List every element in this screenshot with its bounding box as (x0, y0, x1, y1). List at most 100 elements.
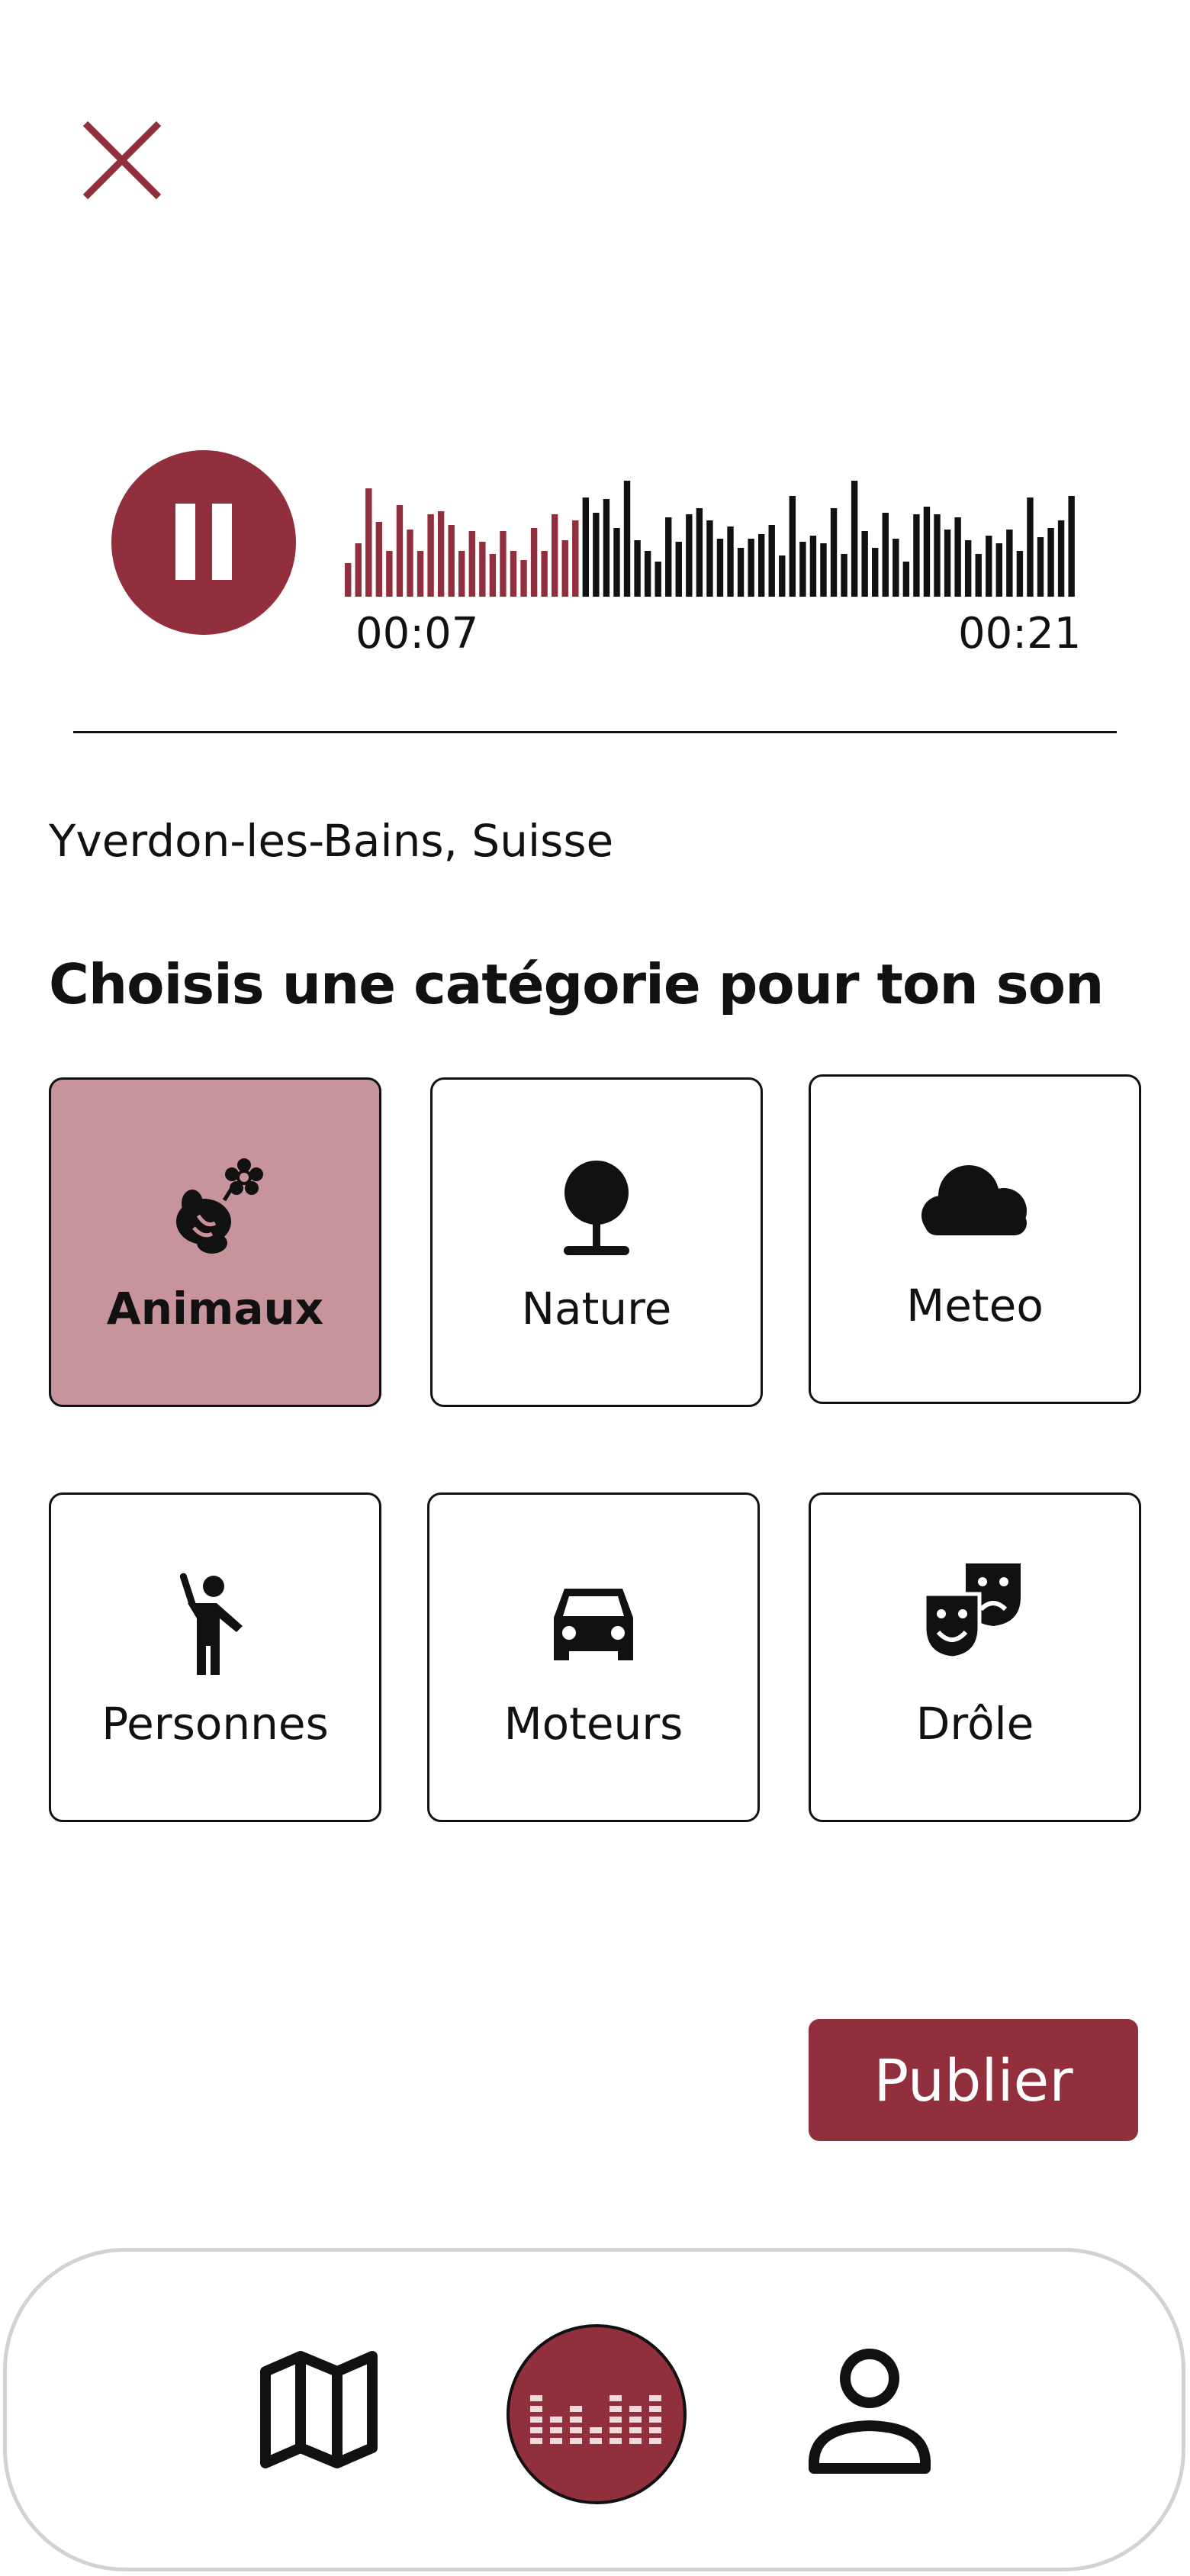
waveform-bar (820, 543, 827, 597)
waveform-bar (1027, 497, 1034, 597)
nav-record-button[interactable] (507, 2324, 687, 2504)
waveform-bar (830, 508, 838, 597)
cloud-icon (921, 1165, 1027, 1235)
waveform-bar (1047, 528, 1054, 597)
profile-icon (809, 2349, 931, 2474)
waveform-bar (437, 511, 445, 597)
category-card-animaux[interactable]: Animaux (49, 1077, 381, 1407)
waveform-bar (396, 505, 404, 597)
category-card-personnes[interactable]: Personnes (49, 1492, 381, 1822)
waveform-bar (748, 539, 754, 597)
waveform-bar (841, 554, 847, 597)
waveform-bar (892, 539, 899, 597)
waveform-bar (603, 499, 610, 597)
waveform-bar (613, 528, 620, 597)
waveform-bar (520, 560, 527, 597)
waveform-bar (623, 481, 631, 597)
waveform-bar (654, 562, 661, 597)
waveform-bar (427, 514, 434, 597)
waveform-bar (986, 536, 992, 597)
waveform-bar (1016, 551, 1024, 597)
waveform-bar (727, 526, 734, 597)
waveform-bar (510, 551, 517, 597)
waveform-bar (716, 539, 724, 597)
tree-icon (564, 1161, 629, 1255)
waveform-bar (541, 551, 548, 597)
waveform-bar (458, 551, 465, 597)
waveform-bar (954, 517, 961, 597)
waveform-bar (934, 514, 941, 597)
waveform-bar (644, 551, 651, 597)
category-label: Moteurs (503, 1698, 683, 1750)
waveform-bar (1068, 496, 1075, 597)
nav-profile-button[interactable] (801, 2343, 938, 2480)
waveform-bar (737, 548, 745, 597)
waveform-bar (789, 496, 796, 597)
waveform-bar (851, 481, 858, 597)
close-icon[interactable] (76, 114, 168, 206)
total-time: 00:21 (958, 609, 1082, 658)
waveform-bar (386, 551, 393, 597)
category-label: Drôle (915, 1698, 1034, 1750)
waveform-bar (861, 531, 868, 597)
waveform-bar (872, 548, 879, 597)
waveform-bar (675, 542, 682, 597)
waveform-bar (489, 554, 497, 597)
category-label: Personnes (101, 1698, 329, 1750)
waveform-bar (975, 554, 982, 597)
waveform-bar (1006, 530, 1013, 597)
theater-masks-icon (922, 1563, 1021, 1660)
waveform-bar (665, 517, 672, 597)
bee-flower-icon (176, 1158, 263, 1254)
waveform-bar (944, 530, 951, 597)
category-card-moteurs[interactable]: Moteurs (427, 1492, 760, 1822)
category-heading: Choisis une catégorie pour ton son (49, 952, 1104, 1016)
waveform-bar (696, 508, 703, 597)
divider (73, 731, 1117, 733)
waveform-bar (345, 563, 352, 597)
waveform-bar (593, 513, 600, 597)
publish-button[interactable]: Publier (809, 2019, 1138, 2141)
waveform-bar (923, 507, 931, 597)
nav-map-button[interactable] (252, 2343, 386, 2477)
waveform-bar (416, 551, 424, 597)
waveform-bar (882, 513, 889, 597)
person-waving-icon (179, 1573, 243, 1675)
waveform-bar (561, 540, 568, 597)
waveform-bar (995, 543, 1003, 597)
waveform-bar (530, 528, 538, 597)
waveform-bar (902, 562, 910, 597)
category-card-drole[interactable]: Drôle (809, 1492, 1141, 1822)
waveform-bar (686, 514, 693, 597)
waveform-bar (468, 531, 475, 597)
current-time: 00:07 (355, 609, 479, 658)
category-label: Animaux (106, 1283, 324, 1335)
waveform-bar (799, 542, 806, 597)
category-card-nature[interactable]: Nature (430, 1077, 763, 1407)
waveform-bar (479, 542, 486, 597)
map-icon (260, 2351, 378, 2468)
waveform-bar (355, 543, 362, 597)
waveform-bar (551, 514, 558, 597)
waveform-bar (375, 522, 383, 597)
waveform-bar (582, 497, 590, 597)
waveform-bar (448, 525, 455, 597)
category-label: Nature (521, 1283, 672, 1335)
pause-button[interactable] (111, 450, 296, 635)
car-icon (554, 1589, 633, 1660)
category-card-meteo[interactable]: Meteo (809, 1074, 1141, 1404)
waveform-bar (634, 540, 641, 597)
waveform-bar (365, 488, 372, 597)
waveform-bar (1057, 520, 1065, 597)
category-label: Meteo (906, 1280, 1044, 1331)
waveform-bar (500, 531, 507, 597)
waveform-bar (1037, 537, 1044, 597)
waveform-bar (768, 525, 775, 597)
equalizer-icon (530, 2395, 661, 2444)
waveform-bar (706, 520, 713, 597)
waveform-bar (572, 520, 579, 597)
waveform-bar (757, 534, 765, 597)
waveform-bar (779, 555, 786, 597)
audio-waveform[interactable] (345, 481, 1079, 597)
waveform-bar (809, 536, 817, 597)
